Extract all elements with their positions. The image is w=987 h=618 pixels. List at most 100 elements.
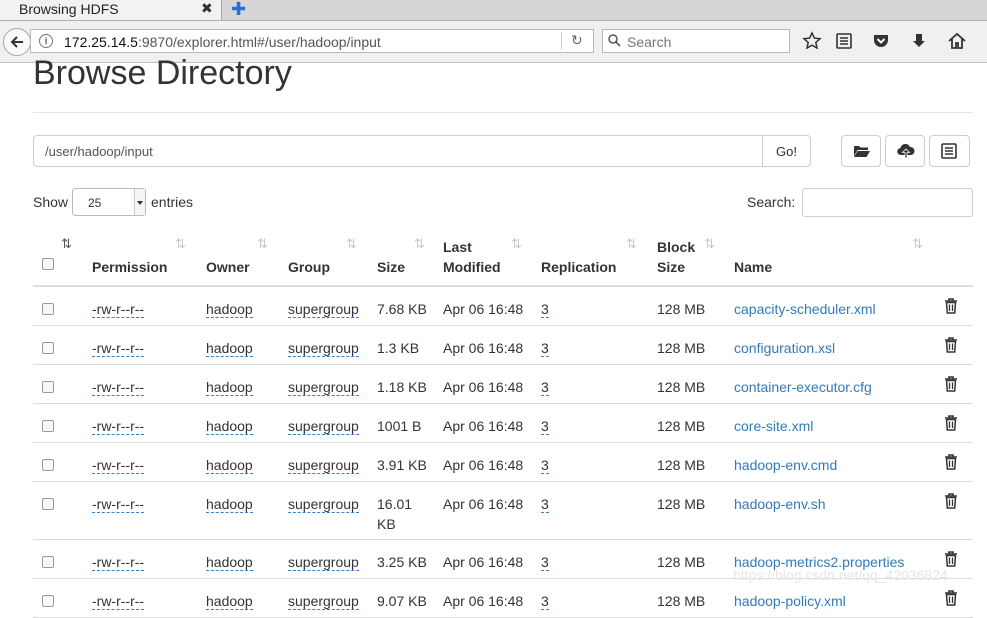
trash-icon[interactable]	[944, 415, 958, 431]
close-tab-icon[interactable]: ✖	[201, 0, 213, 17]
file-name-link[interactable]: hadoop-env.cmd	[734, 455, 837, 475]
permission-cell[interactable]: -rw-r--r--	[92, 418, 145, 435]
owner-cell[interactable]: hadoop	[206, 379, 253, 396]
group-cell[interactable]: supergroup	[288, 418, 359, 435]
row-checkbox[interactable]	[42, 556, 54, 568]
new-tab-icon[interactable]: ✚	[231, 0, 246, 20]
modified-cell: Apr 06 16:48	[443, 554, 524, 570]
file-name-link[interactable]: configuration.xsl	[734, 338, 835, 358]
back-button[interactable]	[3, 28, 31, 56]
row-checkbox[interactable]	[42, 303, 54, 315]
browser-tab[interactable]: Browsing HDFS ✖	[0, 0, 222, 20]
group-cell[interactable]: supergroup	[288, 554, 359, 571]
tab-strip: Browsing HDFS ✖ ✚	[0, 0, 987, 21]
cut-paste-button[interactable]	[929, 135, 970, 167]
trash-icon[interactable]	[944, 590, 958, 606]
browser-search-bar[interactable]	[602, 29, 790, 53]
header-last-modified[interactable]: Last Modified	[443, 237, 501, 277]
block-size-cell: 128 MB	[657, 340, 706, 356]
home-icon[interactable]	[947, 31, 967, 51]
sort-icon[interactable]: ⇅	[175, 236, 186, 252]
replication-cell[interactable]: 3	[541, 301, 549, 318]
permission-cell[interactable]: -rw-r--r--	[92, 301, 145, 318]
owner-cell[interactable]: hadoop	[206, 496, 253, 513]
size-cell: 3.25 KB	[377, 552, 427, 572]
block-size-cell: 128 MB	[657, 593, 706, 609]
replication-cell[interactable]: 3	[541, 418, 549, 435]
row-checkbox[interactable]	[42, 381, 54, 393]
table-search-input[interactable]	[802, 188, 973, 217]
sort-icon[interactable]: ⇅	[912, 236, 923, 252]
header-permission[interactable]: Permission	[92, 257, 167, 277]
info-icon[interactable]: i	[39, 34, 53, 48]
sort-icon[interactable]: ⇅	[257, 236, 268, 252]
owner-cell[interactable]: hadoop	[206, 418, 253, 435]
permission-cell[interactable]: -rw-r--r--	[92, 496, 145, 513]
replication-cell[interactable]: 3	[541, 340, 549, 357]
replication-cell[interactable]: 3	[541, 496, 549, 513]
group-cell[interactable]: supergroup	[288, 457, 359, 474]
row-checkbox[interactable]	[42, 498, 54, 510]
sort-icon[interactable]: ⇅	[511, 236, 522, 252]
directory-path-input[interactable]	[33, 135, 763, 167]
entries-per-page-select[interactable]: 25	[72, 188, 146, 216]
owner-cell[interactable]: hadoop	[206, 301, 253, 318]
owner-cell[interactable]: hadoop	[206, 340, 253, 357]
header-name[interactable]: Name	[734, 257, 772, 277]
owner-cell[interactable]: hadoop	[206, 457, 253, 474]
group-cell[interactable]: supergroup	[288, 379, 359, 396]
permission-cell[interactable]: -rw-r--r--	[92, 379, 145, 396]
create-directory-button[interactable]	[841, 135, 881, 167]
download-icon[interactable]	[909, 31, 929, 51]
trash-icon[interactable]	[944, 454, 958, 470]
upload-files-button[interactable]	[885, 135, 925, 167]
header-block-size-line2: Size	[657, 259, 686, 275]
row-checkbox[interactable]	[42, 459, 54, 471]
browser-search-input[interactable]	[625, 32, 789, 52]
block-size-cell: 128 MB	[657, 554, 706, 570]
replication-cell[interactable]: 3	[541, 554, 549, 571]
permission-cell[interactable]: -rw-r--r--	[92, 457, 145, 474]
sort-icon[interactable]: ⇅	[346, 236, 357, 252]
replication-cell[interactable]: 3	[541, 379, 549, 396]
select-all-checkbox[interactable]	[42, 258, 54, 270]
header-owner[interactable]: Owner	[206, 257, 250, 277]
table-header: ⇅ Permission ⇅ Owner ⇅ Group ⇅ Size ⇅ La…	[33, 229, 973, 287]
sort-icon[interactable]: ⇅	[626, 236, 637, 252]
header-replication[interactable]: Replication	[541, 257, 616, 277]
file-name-link[interactable]: container-executor.cfg	[734, 377, 872, 397]
trash-icon[interactable]	[944, 337, 958, 353]
file-name-link[interactable]: capacity-scheduler.xml	[734, 299, 876, 319]
file-name-link[interactable]: hadoop-env.sh	[734, 494, 826, 514]
pocket-icon[interactable]	[871, 31, 891, 51]
trash-icon[interactable]	[944, 298, 958, 314]
header-size[interactable]: Size	[377, 257, 405, 277]
row-checkbox[interactable]	[42, 420, 54, 432]
sort-icon[interactable]: ⇅	[414, 236, 425, 252]
header-group[interactable]: Group	[288, 257, 330, 277]
sort-icon[interactable]: ⇅	[704, 236, 715, 252]
file-name-link[interactable]: core-site.xml	[734, 416, 813, 436]
bookmark-star-icon[interactable]	[802, 31, 822, 51]
url-bar[interactable]: i 172.25.14.5:9870/explorer.html#/user/h…	[30, 29, 594, 53]
reload-icon[interactable]: ↻	[571, 32, 583, 49]
permission-cell[interactable]: -rw-r--r--	[92, 340, 145, 357]
row-checkbox[interactable]	[42, 342, 54, 354]
group-cell[interactable]: supergroup	[288, 496, 359, 513]
replication-cell[interactable]: 3	[541, 457, 549, 474]
row-checkbox[interactable]	[42, 595, 54, 607]
go-button[interactable]: Go!	[762, 135, 811, 167]
trash-icon[interactable]	[944, 551, 958, 567]
group-cell[interactable]: supergroup	[288, 301, 359, 318]
permission-cell[interactable]: -rw-r--r--	[92, 554, 145, 571]
owner-cell[interactable]: hadoop	[206, 554, 253, 571]
trash-icon[interactable]	[944, 493, 958, 509]
sort-icon[interactable]: ⇅	[61, 236, 72, 252]
header-last-modified-line1: Last	[443, 239, 472, 255]
file-name-link[interactable]: hadoop-policy.xml	[734, 591, 846, 611]
url-text[interactable]: 172.25.14.5:9870/explorer.html#/user/had…	[64, 34, 381, 50]
group-cell[interactable]: supergroup	[288, 340, 359, 357]
trash-icon[interactable]	[944, 376, 958, 392]
reading-list-icon[interactable]	[834, 31, 854, 51]
header-block-size[interactable]: Block Size	[657, 237, 695, 277]
